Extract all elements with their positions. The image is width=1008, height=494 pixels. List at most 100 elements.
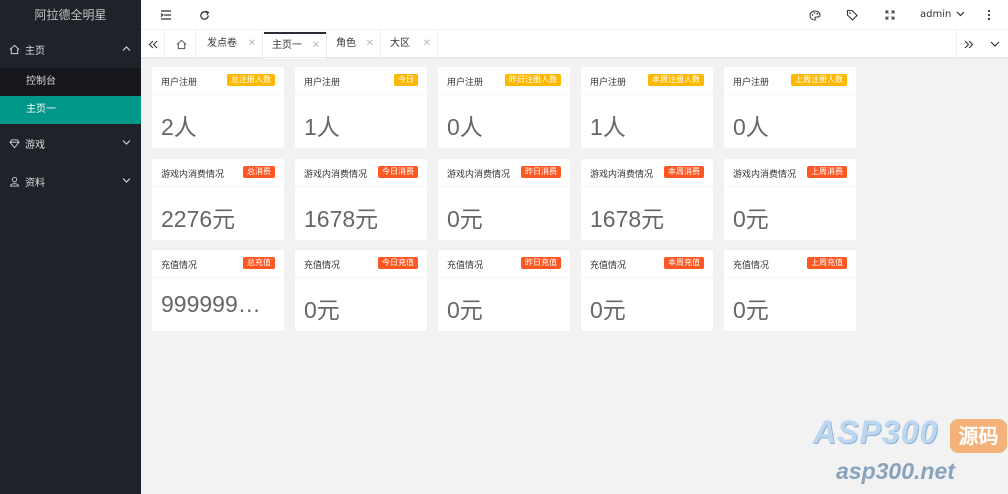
card-badge: 本周消费 <box>664 166 704 178</box>
card-divider <box>724 277 856 278</box>
card-title: 用户注册 <box>161 78 198 88</box>
card-value: 0元 <box>447 297 483 323</box>
card-divider <box>152 277 284 278</box>
chevron-down-icon <box>122 176 131 187</box>
sidebar: 阿拉德全明星 主页 控制台 主页一 游戏 资料 <box>0 0 141 494</box>
card-badge: 总充值 <box>243 257 275 269</box>
stat-card: 充值情况 今日充值 0元 <box>295 250 427 331</box>
user-menu[interactable]: admin <box>920 0 965 30</box>
card-divider <box>152 94 284 95</box>
card-badge: 上周注册人数 <box>791 74 847 86</box>
fullscreen-icon[interactable] <box>881 0 899 30</box>
theme-palette-icon[interactable] <box>806 0 824 30</box>
card-title: 充值情况 <box>161 261 198 271</box>
tab-home-one[interactable]: 主页一 ✕ <box>264 30 327 60</box>
tab-label: 大区 <box>390 38 410 49</box>
home-icon <box>8 43 20 55</box>
tabs-bar: 发点卷 ✕ 主页一 ✕ 角色 ✕ 大区 ✕ <box>141 30 1008 60</box>
card-title: 充值情况 <box>304 261 341 271</box>
watermark-tag: 源码 <box>950 419 1007 453</box>
stat-card: 充值情况 上周充值 0元 <box>724 250 856 331</box>
tabs-scroll-left-icon[interactable] <box>141 30 165 58</box>
more-vertical-icon[interactable] <box>980 0 998 30</box>
card-value: 1人 <box>590 114 626 140</box>
card-divider <box>295 94 427 95</box>
card-value: 0人 <box>447 114 483 140</box>
card-divider <box>581 277 713 278</box>
card-title: 用户注册 <box>447 78 484 88</box>
stat-card: 游戏内消费情况 上周消费 0元 <box>724 159 856 240</box>
card-value: 1678元 <box>304 206 379 232</box>
stat-card: 用户注册 上周注册人数 0人 <box>724 67 856 148</box>
card-title: 充值情况 <box>447 261 484 271</box>
card-divider <box>724 186 856 187</box>
sidebar-item-data[interactable]: 资料 <box>0 162 141 200</box>
close-icon[interactable]: ✕ <box>366 30 374 58</box>
stat-card: 游戏内消费情况 总消费 2276元 <box>152 159 284 240</box>
card-badge: 昨日充值 <box>521 257 561 269</box>
card-badge: 上周充值 <box>807 257 847 269</box>
sidebar-item-game[interactable]: 游戏 <box>0 124 141 162</box>
card-value: 0元 <box>304 297 340 323</box>
stat-card: 游戏内消费情况 本周消费 1678元 <box>581 159 713 240</box>
nav-group-home: 主页 控制台 主页一 <box>0 30 141 124</box>
sidebar-item-label: 游戏 <box>25 139 45 151</box>
tag-icon[interactable] <box>843 0 861 30</box>
card-badge: 今日充值 <box>378 257 418 269</box>
watermark-brand: ASP300 <box>813 414 939 450</box>
card-divider <box>295 186 427 187</box>
sidebar-item-console[interactable]: 控制台 <box>0 68 141 96</box>
sidebar-item-home[interactable]: 主页 <box>0 30 141 68</box>
card-value: 999999… <box>161 291 261 317</box>
close-icon[interactable]: ✕ <box>312 32 320 60</box>
card-divider <box>581 94 713 95</box>
card-title: 用户注册 <box>304 78 341 88</box>
card-title: 用户注册 <box>590 78 627 88</box>
tab-points-voucher[interactable]: 发点卷 ✕ <box>199 30 263 58</box>
card-badge: 昨日注册人数 <box>505 74 561 86</box>
stat-card: 充值情况 本周充值 0元 <box>581 250 713 331</box>
tabs-scroll-right-icon[interactable] <box>956 30 980 58</box>
card-value: 2276元 <box>161 206 236 232</box>
card-value: 2人 <box>161 114 197 140</box>
card-divider <box>438 94 570 95</box>
sidebar-item-label: 主页 <box>25 45 45 57</box>
diamond-icon <box>8 137 20 149</box>
watermark-url: asp300.net <box>836 458 955 484</box>
card-badge: 昨日消费 <box>521 166 561 178</box>
refresh-icon[interactable] <box>195 0 213 30</box>
close-icon[interactable]: ✕ <box>423 30 431 58</box>
card-title: 游戏内消费情况 <box>161 170 225 180</box>
tab-home-icon[interactable] <box>168 30 196 58</box>
card-value: 1678元 <box>590 206 665 232</box>
sidebar-item-home-one[interactable]: 主页一 <box>0 96 141 124</box>
card-value: 0元 <box>590 297 626 323</box>
close-icon[interactable]: ✕ <box>248 30 256 58</box>
card-badge: 总消费 <box>243 166 275 178</box>
card-badge: 今日 <box>394 74 418 86</box>
card-badge: 本周充值 <box>664 257 704 269</box>
tabs-options-chevron-icon[interactable] <box>983 30 1007 58</box>
stat-card: 游戏内消费情况 今日消费 1678元 <box>295 159 427 240</box>
tab-label: 角色 <box>336 38 356 49</box>
stat-card: 游戏内消费情况 昨日消费 0元 <box>438 159 570 240</box>
stat-card: 用户注册 昨日注册人数 0人 <box>438 67 570 148</box>
card-value: 0元 <box>733 206 769 232</box>
stat-card: 用户注册 今日 1人 <box>295 67 427 148</box>
tab-role[interactable]: 角色 ✕ <box>328 30 381 58</box>
card-badge: 总注册人数 <box>227 74 275 86</box>
tab-region[interactable]: 大区 ✕ <box>382 30 438 58</box>
menu-collapse-icon[interactable] <box>157 0 175 30</box>
stat-card: 用户注册 总注册人数 2人 <box>152 67 284 148</box>
user-icon <box>8 175 20 187</box>
card-badge: 上周消费 <box>807 166 847 178</box>
card-title: 充值情况 <box>590 261 627 271</box>
stat-card: 充值情况 总充值 999999… <box>152 250 284 331</box>
card-title: 游戏内消费情况 <box>447 170 511 180</box>
app-logo: 阿拉德全明星 <box>34 8 107 22</box>
card-divider <box>438 186 570 187</box>
card-value: 0元 <box>733 297 769 323</box>
chevron-down-icon <box>122 138 131 149</box>
nav-group-data: 资料 <box>0 162 141 200</box>
top-header: admin <box>141 0 1008 30</box>
